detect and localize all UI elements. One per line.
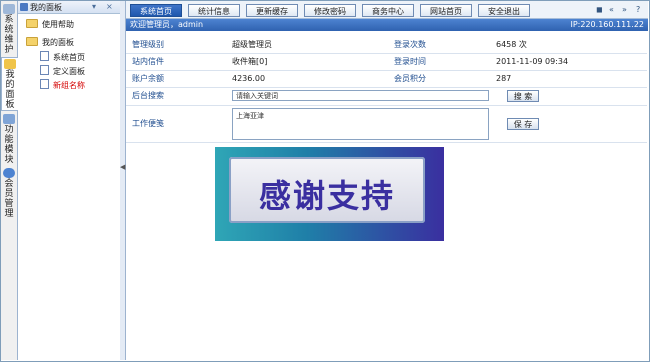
- thanks-banner: 感谢支持: [215, 147, 444, 241]
- info-label: 账户余额: [132, 74, 164, 83]
- vtab-label: 功能模块: [4, 125, 14, 165]
- search-row: 后台搜索 请输入关键词 搜 索: [126, 88, 647, 106]
- tree-item-label: 新组名称: [53, 81, 85, 90]
- vtab-label: 我的面板: [5, 70, 15, 110]
- info-value: 超级管理员: [232, 40, 272, 49]
- vtab-label: 系统维护: [4, 15, 14, 55]
- computer-icon: [3, 4, 15, 14]
- tab-update-cache[interactable]: 更新缓存: [246, 4, 298, 17]
- memo-label: 工作便笺: [132, 119, 164, 128]
- help-icon[interactable]: ?: [636, 5, 640, 14]
- tab-site-home[interactable]: 网站首页: [420, 4, 472, 17]
- info-label: 登录次数: [394, 40, 426, 49]
- info-value: 6458 次: [496, 40, 527, 49]
- page-icon: [40, 51, 49, 61]
- puzzle-icon: [3, 114, 15, 124]
- sidebar-title: 我的面板: [30, 3, 62, 12]
- banner-text: 感谢支持: [258, 177, 395, 215]
- vtab-modules[interactable]: 功能模块: [1, 113, 17, 165]
- tree-item-label: 使用帮助: [42, 20, 74, 29]
- main-content: 系统首页 统计信息 更新缓存 修改密码 商务中心 网站首页 安全退出 ◼ « »…: [126, 1, 648, 360]
- info-row: 站内信件 收件箱[0] 登录时间 2011-11-09 09:34: [126, 54, 647, 71]
- tree-item-label: 系统首页: [53, 53, 85, 62]
- close-icon[interactable]: ×: [106, 2, 113, 11]
- info-label: 管理级别: [132, 40, 164, 49]
- vtab-panel[interactable]: 我的面板: [1, 57, 18, 111]
- folder-icon: [26, 19, 38, 28]
- info-value: 2011-11-09 09:34: [496, 57, 569, 66]
- tree-item-home[interactable]: 系统首页: [40, 51, 85, 63]
- vtab-members[interactable]: 会员管理: [1, 167, 17, 219]
- home-icon: [4, 59, 16, 69]
- collapse-arrow-icon[interactable]: ◀: [120, 163, 125, 171]
- info-label: 站内信件: [132, 57, 164, 66]
- user-icon: [3, 168, 15, 178]
- welcome-bar: 欢迎管理员，admin IP:220.160.111.22: [126, 19, 648, 31]
- memo-textarea[interactable]: 上海亚津: [232, 108, 489, 140]
- info-label: 登录时间: [394, 57, 426, 66]
- prev-icon[interactable]: «: [609, 5, 614, 14]
- info-row: 管理级别 超级管理员 登录次数 6458 次: [126, 37, 647, 54]
- tab-business-center[interactable]: 商务中心: [362, 4, 414, 17]
- page-icon: [40, 79, 49, 89]
- info-value: 4236.00: [232, 74, 266, 83]
- tab-stats[interactable]: 统计信息: [188, 4, 240, 17]
- folder-icon: [26, 37, 38, 46]
- collapse-icon[interactable]: ▾: [92, 2, 96, 11]
- memo-row: 工作便笺 上海亚津 保 存: [126, 106, 647, 143]
- info-label: 会员积分: [394, 74, 426, 83]
- top-nav-bar: 系统首页 统计信息 更新缓存 修改密码 商务中心 网站首页 安全退出 ◼ « »…: [126, 1, 648, 19]
- panel-icon: [20, 3, 28, 11]
- info-value: 287: [496, 74, 512, 83]
- banner-plate: 感谢支持: [229, 157, 425, 223]
- tree-item-panel[interactable]: 我的面板: [26, 37, 74, 48]
- tab-logout[interactable]: 安全退出: [478, 4, 530, 17]
- vertical-tab-strip: 系统维护 我的面板 功能模块 会员管理: [1, 1, 18, 360]
- search-button[interactable]: 搜 索: [507, 90, 539, 102]
- tree-item-new-group[interactable]: 新组名称: [40, 79, 85, 91]
- tree-item-label: 我的面板: [42, 38, 74, 47]
- search-label: 后台搜索: [132, 91, 164, 100]
- sidebar: 我的面板 ▾ × 使用帮助 我的面板 系统首页 定义面板 新组名称: [18, 1, 121, 360]
- vtab-system[interactable]: 系统维护: [1, 3, 17, 55]
- info-row: 账户余额 4236.00 会员积分 287: [126, 71, 647, 88]
- tree-item-define-panel[interactable]: 定义面板: [40, 65, 85, 77]
- save-button[interactable]: 保 存: [507, 118, 539, 130]
- welcome-text: 欢迎管理员，admin: [130, 20, 204, 29]
- minimize-icon[interactable]: ◼: [596, 5, 603, 14]
- vtab-label: 会员管理: [4, 179, 14, 219]
- tab-home[interactable]: 系统首页: [130, 4, 182, 17]
- next-icon[interactable]: »: [622, 5, 627, 14]
- sidebar-header: 我的面板 ▾ ×: [18, 1, 120, 14]
- tab-change-password[interactable]: 修改密码: [304, 4, 356, 17]
- search-input[interactable]: 请输入关键词: [232, 90, 489, 101]
- ip-text: IP:220.160.111.22: [570, 20, 645, 29]
- page-icon: [40, 65, 49, 75]
- tree-item-label: 定义面板: [53, 67, 85, 76]
- inbox-link[interactable]: 收件箱[0]: [232, 54, 267, 70]
- tree-item-help[interactable]: 使用帮助: [26, 19, 74, 30]
